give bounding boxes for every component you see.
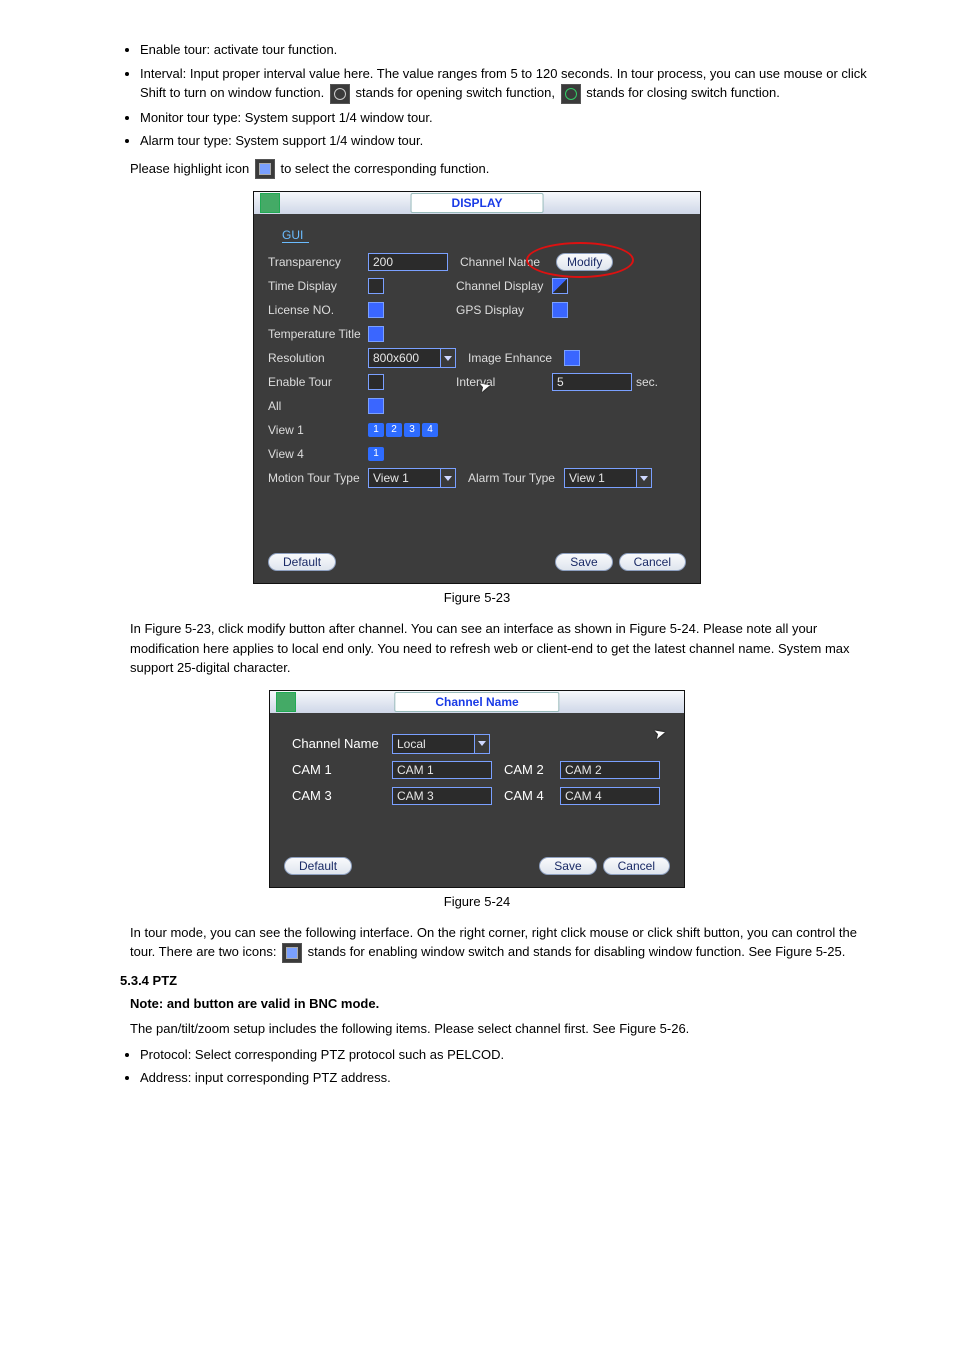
bullet-enable-tour: Enable tour: activate tour function.: [140, 40, 874, 60]
cn-button-row: Default Save Cancel: [270, 849, 684, 887]
gui-section-label: GUI: [282, 228, 309, 243]
channel-name-title: Channel Name: [394, 692, 559, 712]
display-title-icon: [260, 193, 280, 213]
cn-channel-name-label: Channel Name: [292, 736, 392, 751]
enable-tour-label: Enable Tour: [268, 375, 368, 389]
view4-label: View 4: [268, 447, 368, 461]
bullet-monitor-tour: Monitor tour type: System support 1/4 wi…: [140, 108, 874, 128]
after-display-paragraph: In Figure 5-23, click modify button afte…: [130, 619, 874, 678]
chevron-down-icon: [636, 469, 651, 487]
cam2-label: CAM 2: [504, 762, 560, 777]
bullet-address: Address: input corresponding PTZ address…: [140, 1068, 874, 1088]
ptz-intro: The pan/tilt/zoom setup includes the fol…: [130, 1019, 874, 1039]
time-display-checkbox[interactable]: [368, 278, 384, 294]
view1-btn-1[interactable]: 1: [368, 423, 384, 437]
cam3-input[interactable]: [392, 787, 492, 805]
display-dialog: DISPLAY GUI Transparency Channel Name Mo…: [253, 191, 701, 584]
cam1-input[interactable]: [392, 761, 492, 779]
view1-btn-4[interactable]: 4: [422, 423, 438, 437]
modify-button[interactable]: Modify: [556, 253, 613, 271]
license-no-checkbox[interactable]: [368, 302, 384, 318]
temperature-title-label: Temperature Title: [268, 327, 368, 341]
interval-input[interactable]: [552, 373, 632, 391]
switch-close-icon: [561, 84, 581, 104]
top-bullet-list: Enable tour: activate tour function. Int…: [80, 40, 874, 151]
cn-save-button[interactable]: Save: [539, 857, 596, 875]
enable-switch-icon: [282, 943, 302, 963]
cam2-input[interactable]: [560, 761, 660, 779]
sec-label: sec.: [636, 375, 658, 389]
alarm-tour-select[interactable]: View 1: [564, 468, 652, 488]
display-title: DISPLAY: [411, 193, 544, 213]
enable-tour-checkbox[interactable]: [368, 374, 384, 390]
figure-5-24-caption: Figure 5-24: [80, 894, 874, 909]
bullet-protocol: Protocol: Select corresponding PTZ proto…: [140, 1045, 874, 1065]
display-body: GUI Transparency Channel Name Modify Tim…: [254, 214, 700, 545]
all-checkbox[interactable]: [368, 398, 384, 414]
chevron-down-icon: [440, 349, 455, 367]
view1-btn-3[interactable]: 3: [404, 423, 420, 437]
bullet-alarm-tour: Alarm tour type: System support 1/4 wind…: [140, 131, 874, 151]
channel-name-body: Channel Name Local CAM 1 CAM 2 CAM 3 CAM…: [270, 713, 684, 849]
default-button[interactable]: Default: [268, 553, 336, 571]
cn-default-button[interactable]: Default: [284, 857, 352, 875]
figure-display: DISPLAY GUI Transparency Channel Name Mo…: [80, 191, 874, 584]
gps-display-label: GPS Display: [456, 303, 552, 317]
figure-channel-name: Channel Name ➤ Channel Name Local CAM 1 …: [80, 690, 874, 888]
temperature-title-checkbox[interactable]: [368, 326, 384, 342]
transparency-input[interactable]: [368, 253, 448, 271]
channel-name-title-icon: [276, 692, 296, 712]
alarm-tour-type-label: Alarm Tour Type: [468, 471, 564, 485]
cam4-label: CAM 4: [504, 788, 560, 803]
license-no-label: License NO.: [268, 303, 368, 317]
cn-scope-select[interactable]: Local: [392, 734, 490, 754]
page: Enable tour: activate tour function. Int…: [0, 0, 954, 1136]
transparency-label: Transparency: [268, 255, 368, 269]
after-channel-paragraph: In tour mode, you can see the following …: [130, 923, 874, 963]
chevron-down-icon: [440, 469, 455, 487]
save-button[interactable]: Save: [555, 553, 612, 571]
channel-display-label: Channel Display: [456, 279, 552, 293]
channel-name-titlebar: Channel Name: [270, 691, 684, 713]
highlight-square-icon: [255, 159, 275, 179]
time-display-label: Time Display: [268, 279, 368, 293]
switch-open-icon: [330, 84, 350, 104]
display-button-row: Default Save Cancel: [254, 545, 700, 583]
view4-btn-1[interactable]: 1: [368, 447, 384, 461]
view1-label: View 1: [268, 423, 368, 437]
motion-tour-type-label: Motion Tour Type: [268, 471, 368, 485]
gps-display-checkbox[interactable]: [552, 302, 568, 318]
figure-5-23-caption: Figure 5-23: [80, 590, 874, 605]
resolution-label: Resolution: [268, 351, 368, 365]
view1-btn-2[interactable]: 2: [386, 423, 402, 437]
all-label: All: [268, 399, 368, 413]
bullet-interval: Interval: Input proper interval value he…: [140, 64, 874, 104]
display-titlebar: DISPLAY: [254, 192, 700, 214]
image-enhance-label: Image Enhance: [468, 351, 564, 365]
highlight-paragraph: Please highlight icon to select the corr…: [130, 159, 874, 180]
channel-name-dialog: Channel Name ➤ Channel Name Local CAM 1 …: [269, 690, 685, 888]
image-enhance-checkbox[interactable]: [564, 350, 580, 366]
chevron-down-icon: [474, 735, 489, 753]
cam1-label: CAM 1: [292, 762, 392, 777]
cam3-label: CAM 3: [292, 788, 392, 803]
bottom-bullet-list: Protocol: Select corresponding PTZ proto…: [80, 1045, 874, 1088]
cancel-button[interactable]: Cancel: [619, 553, 686, 571]
resolution-select[interactable]: 800x600: [368, 348, 456, 368]
channel-display-checkbox[interactable]: [552, 278, 568, 294]
motion-tour-select[interactable]: View 1: [368, 468, 456, 488]
channel-name-label: Channel Name: [460, 255, 556, 269]
cam4-input[interactable]: [560, 787, 660, 805]
ptz-heading: 5.3.4 PTZ: [120, 973, 874, 988]
cn-cancel-button[interactable]: Cancel: [603, 857, 670, 875]
ptz-note: Note: and button are valid in BNC mode.: [130, 994, 874, 1014]
